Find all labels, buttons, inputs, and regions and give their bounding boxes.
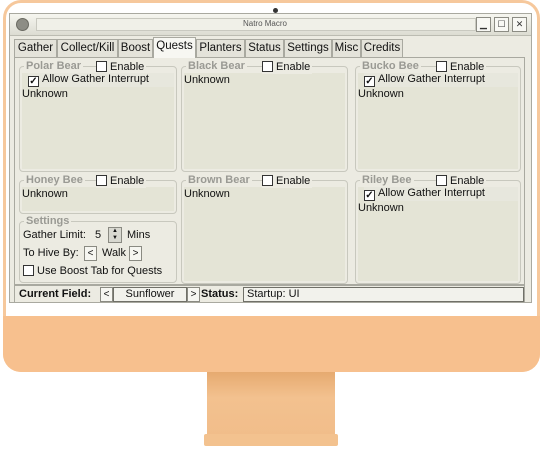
tab-misc[interactable]: Misc bbox=[332, 39, 361, 57]
monitor-stand bbox=[207, 372, 335, 436]
checkbox-checked-icon[interactable]: ✓ bbox=[28, 76, 39, 87]
current-field-label: Current Field: bbox=[19, 288, 92, 300]
riley-bee-group: Riley Bee Enable ✓ Allow Gather Interrupt… bbox=[355, 174, 521, 284]
honey-bee-enable-checkbox[interactable]: Enable bbox=[96, 175, 147, 188]
polar-bear-group: Polar Bear Enable ✓ Allow Gather Interrup… bbox=[19, 60, 177, 172]
checkbox-checked-icon[interactable]: ✓ bbox=[364, 190, 375, 201]
checkbox-icon[interactable] bbox=[23, 265, 34, 276]
interrupt-label: Allow Gather Interrupt bbox=[378, 73, 485, 85]
use-boost-tab-label: Use Boost Tab for Quests bbox=[37, 265, 163, 277]
tab-gather[interactable]: Gather bbox=[14, 39, 57, 57]
enable-label: Enable bbox=[450, 61, 485, 73]
polar-bear-status: Unknown bbox=[22, 88, 68, 100]
black-bear-group: Black Bear Enable Unknown bbox=[181, 60, 348, 172]
settings-group: Settings Gather Limit: 5 ▲ ▼ Mins To Hiv… bbox=[19, 215, 177, 283]
field-next-button[interactable]: > bbox=[187, 287, 200, 302]
polar-bear-title: Polar Bear bbox=[24, 60, 84, 72]
interrupt-label: Allow Gather Interrupt bbox=[378, 187, 485, 199]
checkbox-icon[interactable] bbox=[96, 61, 107, 72]
gather-limit-unit: Mins bbox=[127, 229, 151, 241]
status-label: Status: bbox=[201, 288, 239, 300]
enable-label: Enable bbox=[110, 61, 145, 73]
checkbox-icon[interactable] bbox=[262, 61, 273, 72]
brown-bear-group: Brown Bear Enable Unknown bbox=[181, 174, 348, 284]
honey-bee-title: Honey Bee bbox=[24, 174, 85, 186]
monitor-stand-foot bbox=[204, 434, 338, 446]
maximize-icon[interactable]: ☐ bbox=[494, 17, 509, 32]
field-prev-button[interactable]: < bbox=[100, 287, 113, 302]
interrupt-label: Allow Gather Interrupt bbox=[42, 73, 149, 85]
black-bear-enable-checkbox[interactable]: Enable bbox=[262, 61, 313, 74]
bucko-bee-interrupt-checkbox[interactable]: ✓ Allow Gather Interrupt bbox=[364, 73, 518, 87]
tab-status[interactable]: Status bbox=[245, 39, 284, 57]
brown-bear-title: Brown Bear bbox=[186, 174, 252, 186]
settings-title: Settings bbox=[24, 215, 72, 227]
brown-bear-enable-checkbox[interactable]: Enable bbox=[262, 175, 313, 188]
window-title: Natro Macro bbox=[242, 19, 287, 28]
brown-bear-status: Unknown bbox=[184, 188, 230, 200]
black-bear-status: Unknown bbox=[184, 74, 230, 86]
tab-boost[interactable]: Boost bbox=[118, 39, 153, 57]
tab-credits[interactable]: Credits bbox=[361, 39, 403, 57]
checkbox-icon[interactable] bbox=[436, 175, 447, 186]
to-hive-label: To Hive By: bbox=[23, 247, 79, 259]
tab-quests[interactable]: Quests bbox=[153, 37, 196, 58]
gather-limit-value[interactable]: 5 bbox=[95, 229, 101, 241]
enable-label: Enable bbox=[276, 61, 311, 73]
tab-collect-kill[interactable]: Collect/Kill bbox=[57, 39, 118, 57]
status-value: Startup: UI bbox=[243, 287, 524, 302]
black-bear-inner bbox=[184, 73, 345, 169]
checkbox-icon[interactable] bbox=[436, 61, 447, 72]
quests-panel: Polar Bear Enable ✓ Allow Gather Interrup… bbox=[14, 57, 525, 285]
enable-label: Enable bbox=[276, 175, 311, 187]
black-bear-title: Black Bear bbox=[186, 60, 247, 72]
riley-bee-title: Riley Bee bbox=[360, 174, 414, 186]
bucko-bee-title: Bucko Bee bbox=[360, 60, 421, 72]
polar-bear-interrupt-checkbox[interactable]: ✓ Allow Gather Interrupt bbox=[28, 73, 174, 87]
enable-label: Enable bbox=[110, 175, 145, 187]
to-hive-prev-button[interactable]: < bbox=[84, 246, 97, 261]
close-icon[interactable]: ✕ bbox=[512, 17, 527, 32]
to-hive-value: Walk bbox=[101, 247, 127, 259]
gather-limit-label: Gather Limit: bbox=[23, 229, 86, 241]
app-icon bbox=[16, 18, 29, 31]
bucko-bee-group: Bucko Bee Enable ✓ Allow Gather Interrupt… bbox=[355, 60, 521, 172]
gather-limit-spinner[interactable]: ▲ ▼ bbox=[108, 227, 122, 243]
use-boost-tab-checkbox[interactable]: Use Boost Tab for Quests bbox=[23, 265, 162, 278]
natro-macro-window: Natro Macro ▁ ☐ ✕ Gather Collect/Kill Bo… bbox=[9, 13, 532, 303]
monitor-chin bbox=[3, 316, 540, 372]
riley-bee-status: Unknown bbox=[358, 202, 404, 214]
bucko-bee-status: Unknown bbox=[358, 88, 404, 100]
checkbox-icon[interactable] bbox=[262, 175, 273, 186]
to-hive-next-button[interactable]: > bbox=[129, 246, 142, 261]
spin-up-icon[interactable]: ▲ bbox=[109, 228, 121, 235]
checkbox-checked-icon[interactable]: ✓ bbox=[364, 76, 375, 87]
honey-bee-status: Unknown bbox=[22, 188, 68, 200]
spin-down-icon[interactable]: ▼ bbox=[109, 235, 121, 242]
checkbox-icon[interactable] bbox=[96, 175, 107, 186]
minimize-icon[interactable]: ▁ bbox=[476, 17, 491, 32]
brown-bear-inner bbox=[184, 187, 345, 281]
enable-label: Enable bbox=[450, 175, 485, 187]
tab-settings[interactable]: Settings bbox=[284, 39, 332, 57]
status-bar: Current Field: < Sunflower > Status: Sta… bbox=[14, 285, 525, 303]
honey-bee-group: Honey Bee Enable Unknown bbox=[19, 174, 177, 214]
current-field-value: Sunflower bbox=[113, 287, 187, 302]
riley-bee-interrupt-checkbox[interactable]: ✓ Allow Gather Interrupt bbox=[364, 187, 518, 201]
title-bar[interactable]: Natro Macro ▁ ☐ ✕ bbox=[10, 14, 531, 36]
tab-planters[interactable]: Planters bbox=[196, 39, 245, 57]
